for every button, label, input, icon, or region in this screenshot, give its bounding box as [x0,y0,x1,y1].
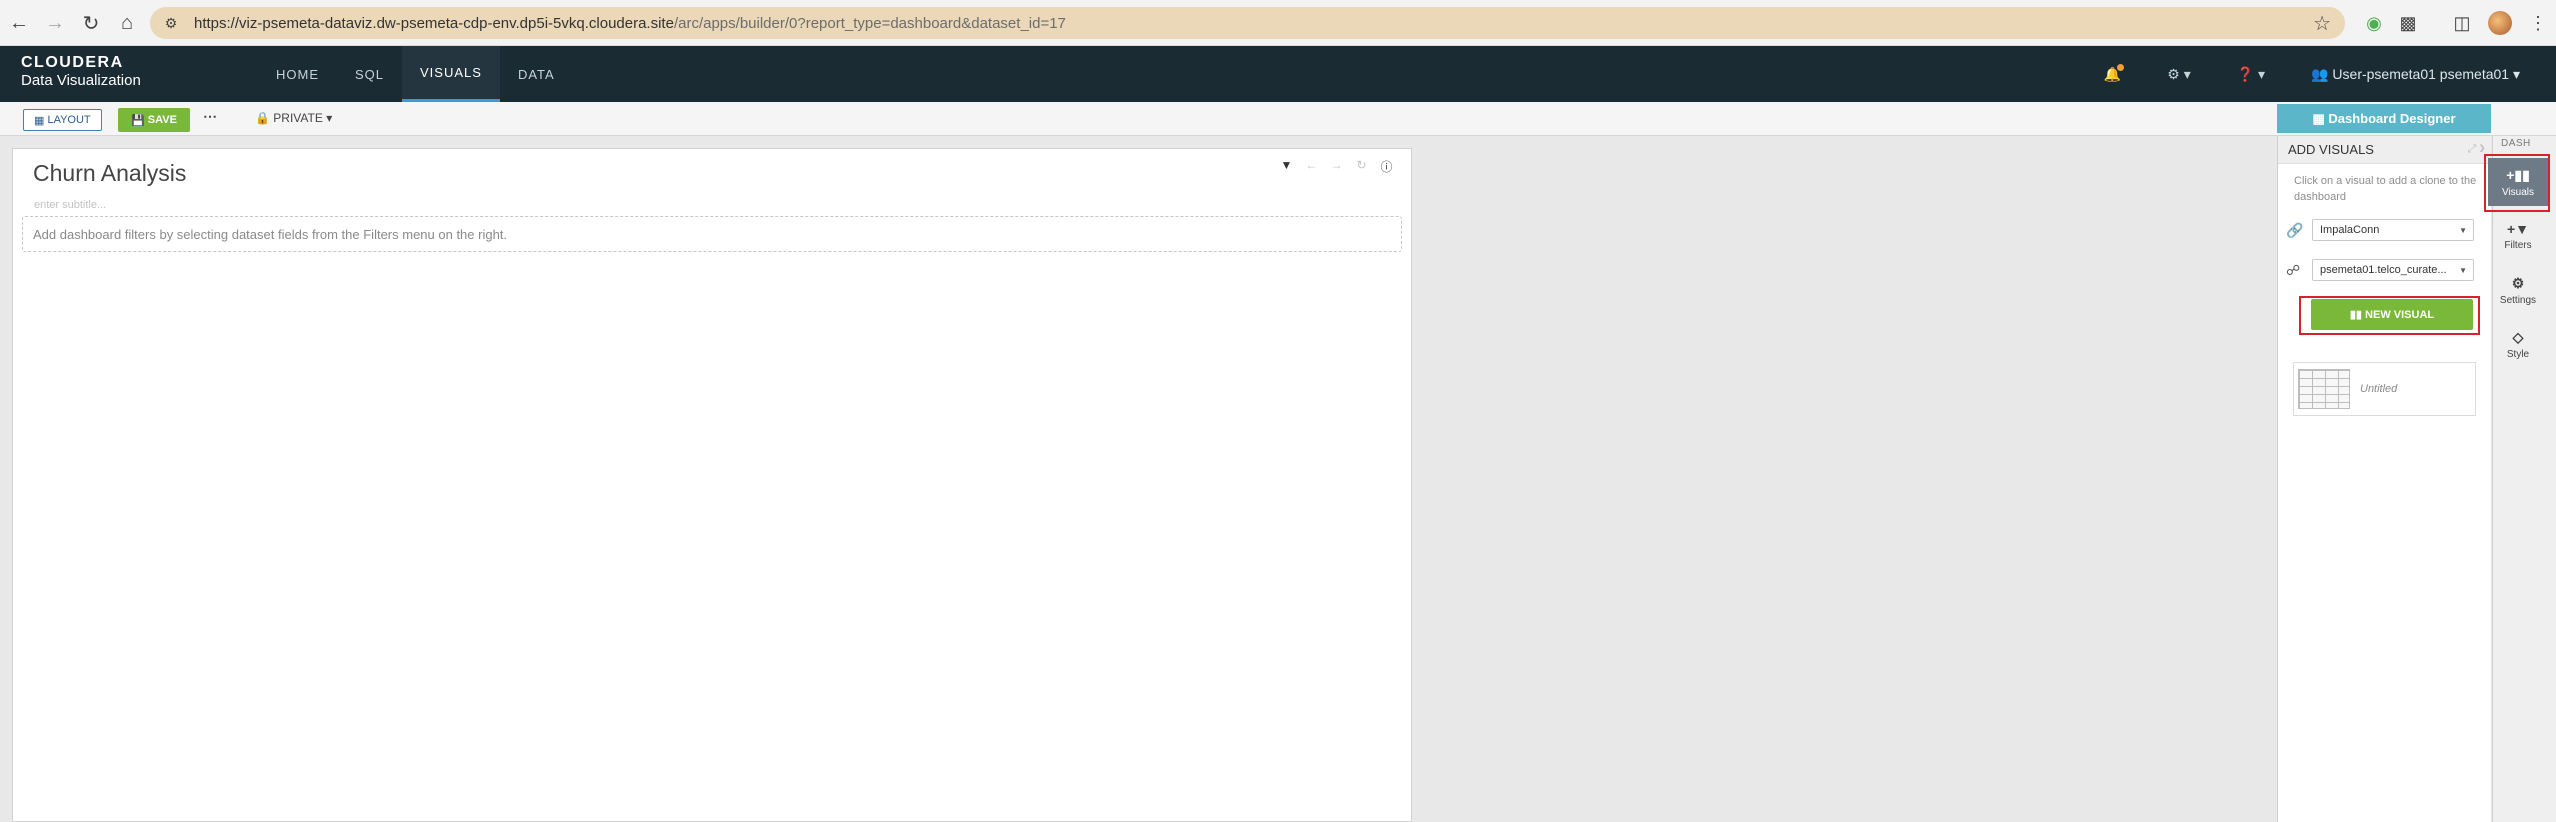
site-info-icon[interactable]: ⚙ [156,8,186,38]
connection-row: 🔗 ImpalaConn ▼ [2286,218,2486,242]
more-options-button[interactable]: ⋯ [203,108,217,125]
dashboard-designer-button[interactable]: ▦ Dashboard Designer [2277,104,2491,133]
connection-value: ImpalaConn [2320,224,2380,236]
dashboard-tools: ▼ ← → ↻ ⓘ [1274,158,1399,175]
table-thumbnail-icon [2298,369,2350,409]
chevron-down-icon: ▼ [2459,266,2467,275]
tab-filters[interactable]: +▼ Filters [2488,212,2548,260]
info-icon[interactable]: ⓘ [1374,158,1399,175]
tab-filters-label: Filters [2504,240,2532,251]
dataset-row: ☍ psemeta01.telco_curate... ▼ [2286,258,2486,282]
panel-header: ADD VISUALS ⤢ ❯ [2278,136,2491,164]
extension-eye-icon[interactable]: ◉ [2362,11,2386,35]
undo-icon[interactable]: ← [1299,158,1324,175]
browser-menu-icon[interactable]: ⋮ [2526,11,2550,35]
side-panel-icon[interactable]: ◫ [2450,11,2474,35]
dashboard-filters-area[interactable]: Add dashboard filters by selecting datas… [22,216,1402,252]
app-header: CLOUDERA Data Visualization HOME SQL VIS… [0,46,2556,102]
dashboard-toolbar: ▦ LAYOUT 💾 SAVE ⋯ 🔒 PRIVATE ▾ [0,102,2556,136]
cogs-icon: ⚙ [2511,274,2525,291]
user-menu[interactable]: 👥 User-psemeta01 psemeta01 ▾ [2311,66,2520,83]
nav-data[interactable]: DATA [500,46,573,102]
nav-home[interactable]: HOME [258,46,337,102]
panel-title: ADD VISUALS [2288,142,2374,157]
tab-settings-label: Settings [2499,294,2537,306]
redo-icon[interactable]: → [1324,158,1349,175]
layout-button[interactable]: ▦ LAYOUT [23,109,102,131]
dataset-icon: ☍ [2286,261,2301,278]
add-visuals-panel: ADD VISUALS ⤢ ❯ Click on a visual to add… [2277,136,2491,822]
tab-settings[interactable]: ⚙ Settings [2488,266,2548,314]
privacy-dropdown[interactable]: 🔒 PRIVATE ▾ [255,111,332,125]
filter-icon[interactable]: ▼ [1274,158,1299,175]
expand-icon[interactable]: ⤢ ❯ [2468,143,2485,156]
dashboard-canvas: Churn Analysis enter subtitle... Add das… [12,148,1412,822]
dash-label: DASH [2501,138,2531,149]
save-label: SAVE [147,114,177,126]
tab-style[interactable]: ◇ Style [2488,320,2548,368]
new-visual-label: NEW VISUAL [2365,308,2435,321]
visual-card-name: Untitled [2360,383,2398,395]
visuals-tab-highlight [2484,154,2550,212]
extensions-puzzle-icon[interactable]: ▩ [2396,11,2420,35]
home-icon[interactable]: ⌂ [114,10,140,36]
nav-sql[interactable]: SQL [337,46,402,102]
panel-help-text: Click on a visual to add a clone to the … [2294,175,2477,203]
dashboard-designer-label: Dashboard Designer [2328,111,2456,126]
address-bar[interactable]: ⚙ https://viz-psemeta-dataviz.dw-psemeta… [150,7,2345,39]
product-name: Data Visualization [21,72,141,89]
reload-icon[interactable]: ↻ [78,10,104,36]
notifications-bell-icon[interactable]: 🔔 [2104,63,2125,83]
visual-card[interactable]: Untitled [2293,362,2476,416]
add-filter-icon: +▼ [2506,221,2530,237]
user-name: User-psemeta01 psemeta01 [2332,65,2510,82]
bookmark-star-icon[interactable]: ☆ [2313,11,2331,36]
link-icon: 🔗 [2286,221,2304,238]
tab-style-label: Style [2506,348,2530,360]
forward-icon[interactable]: → [42,10,68,36]
brand-logo[interactable]: CLOUDERA Data Visualization [21,54,141,89]
dashboard-title[interactable]: Churn Analysis [33,160,186,187]
browser-toolbar: ← → ↻ ⌂ ⚙ https://viz-psemeta-dataviz.dw… [0,0,2556,46]
new-visual-button[interactable]: ▮▮ NEW VISUAL [2311,299,2473,330]
profile-avatar[interactable] [2488,11,2512,35]
settings-gear-icon[interactable]: ⚙ ▾ [2167,66,2190,83]
back-icon[interactable]: ← [6,10,32,36]
privacy-label: PRIVATE [273,111,323,125]
diamond-icon: ◇ [2512,328,2524,345]
layout-label: LAYOUT [47,114,91,126]
chevron-down-icon: ▼ [2459,226,2467,235]
refresh-icon[interactable]: ↻ [1349,158,1374,175]
notification-dot [2117,63,2125,71]
help-icon[interactable]: ❓ ▾ [2237,66,2265,83]
connection-select[interactable]: ImpalaConn ▼ [2312,219,2474,241]
dashboard-subtitle[interactable]: enter subtitle... [34,199,106,211]
brand-name: CLOUDERA [21,54,124,71]
save-button[interactable]: 💾 SAVE [118,108,190,132]
dataset-value: psemeta01.telco_curate... [2320,264,2447,276]
url-text: https://viz-psemeta-dataviz.dw-psemeta-c… [194,14,1066,32]
main-nav: HOME SQL VISUALS DATA [258,46,573,102]
nav-visuals[interactable]: VISUALS [402,46,500,102]
header-actions: 🔔 ⚙ ▾ ❓ ▾ 👥 User-psemeta01 psemeta01 ▾ [2104,46,2556,102]
dataset-select[interactable]: psemeta01.telco_curate... ▼ [2312,259,2474,281]
